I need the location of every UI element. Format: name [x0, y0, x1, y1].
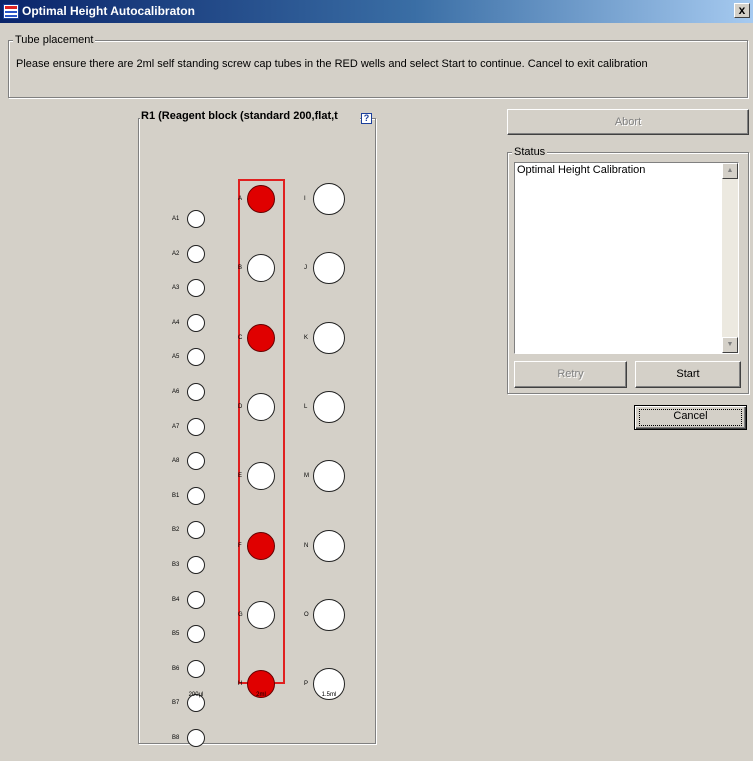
well-label-B4: B4 — [172, 596, 180, 603]
title-bar: Optimal Height Autocalibraton x — [0, 0, 753, 23]
help-icon[interactable]: ? — [361, 113, 372, 124]
status-scrollbar[interactable]: ▲ ▼ — [722, 163, 738, 353]
column-label-2: 1.5ml — [321, 692, 337, 698]
well-label-F: F — [238, 542, 242, 549]
close-button[interactable]: x — [734, 3, 750, 18]
well-A6[interactable] — [187, 383, 205, 401]
status-textarea[interactable]: Optimal Height Calibration ▲ ▼ — [514, 162, 739, 354]
start-button[interactable]: Start — [635, 361, 741, 388]
well-label-M: M — [304, 473, 309, 480]
well-label-B3: B3 — [172, 562, 180, 568]
abort-button[interactable]: Abort — [507, 109, 749, 135]
well-label-P: P — [304, 681, 309, 688]
well-label-B1: B1 — [172, 492, 180, 499]
well-A4[interactable] — [187, 313, 205, 332]
well-label-A2: A2 — [172, 250, 180, 257]
well-label-E: E — [238, 473, 243, 480]
well-label-J: J — [304, 265, 307, 272]
well-E[interactable] — [247, 462, 275, 491]
well-K[interactable] — [313, 321, 345, 354]
well-I[interactable] — [313, 183, 345, 215]
window-title: Optimal Height Autocalibraton — [22, 4, 195, 18]
well-A[interactable] — [247, 185, 275, 213]
focus-rect — [639, 409, 742, 426]
well-label-H: H — [238, 681, 243, 688]
well-label-B5: B5 — [172, 631, 180, 638]
well-label-A3: A3 — [172, 285, 180, 292]
well-label-B8: B8 — [172, 735, 180, 741]
reagent-block-title: R1 (Reagent block (standard 200,flat,t — [140, 110, 360, 125]
column-label-1: 2ml — [256, 692, 266, 698]
scroll-up-icon[interactable]: ▲ — [722, 163, 738, 179]
well-L[interactable] — [313, 390, 345, 423]
well-O[interactable] — [313, 598, 345, 631]
well-label-B: B — [238, 265, 243, 272]
well-B3[interactable] — [187, 556, 205, 574]
well-label-B2: B2 — [172, 527, 180, 534]
tube-placement-legend: Tube placement — [13, 34, 96, 46]
well-B4[interactable] — [187, 590, 205, 609]
well-label-G: G — [238, 611, 243, 618]
well-label-D: D — [238, 403, 243, 410]
well-label-A6: A6 — [172, 389, 180, 395]
well-label-O: O — [304, 611, 309, 618]
well-label-N: N — [304, 542, 309, 549]
well-label-B6: B6 — [172, 665, 180, 672]
well-label-A8: A8 — [172, 458, 180, 465]
status-legend: Status — [512, 146, 548, 158]
well-A2[interactable] — [187, 244, 205, 263]
well-N[interactable] — [313, 529, 345, 562]
well-label-A1: A1 — [172, 216, 180, 222]
well-D[interactable] — [247, 392, 275, 421]
status-text: Optimal Height Calibration — [517, 164, 646, 176]
well-C[interactable] — [247, 323, 275, 352]
well-label-A5: A5 — [172, 354, 180, 361]
well-label-L: L — [304, 403, 308, 410]
well-label-I: I — [304, 196, 306, 202]
well-B8[interactable] — [187, 729, 205, 747]
well-A7[interactable] — [187, 417, 205, 436]
well-B1[interactable] — [187, 486, 205, 505]
well-A1[interactable] — [187, 210, 205, 228]
well-M[interactable] — [313, 460, 345, 493]
well-label-A: A — [238, 196, 243, 202]
well-G[interactable] — [247, 600, 275, 629]
retry-button[interactable]: Retry — [514, 361, 627, 388]
well-label-A4: A4 — [172, 319, 180, 326]
well-F[interactable] — [247, 531, 275, 560]
well-label-B7: B7 — [172, 700, 180, 707]
column-label-0: 200µl — [188, 692, 204, 698]
well-label-A7: A7 — [172, 423, 180, 430]
tube-placement-message: Please ensure there are 2ml self standin… — [16, 58, 648, 70]
app-icon — [3, 4, 19, 19]
scroll-down-icon[interactable]: ▼ — [722, 337, 738, 353]
well-label-K: K — [304, 334, 309, 341]
well-B6[interactable] — [187, 659, 205, 678]
well-label-C: C — [238, 334, 243, 341]
cancel-button[interactable]: Cancel — [634, 405, 747, 430]
